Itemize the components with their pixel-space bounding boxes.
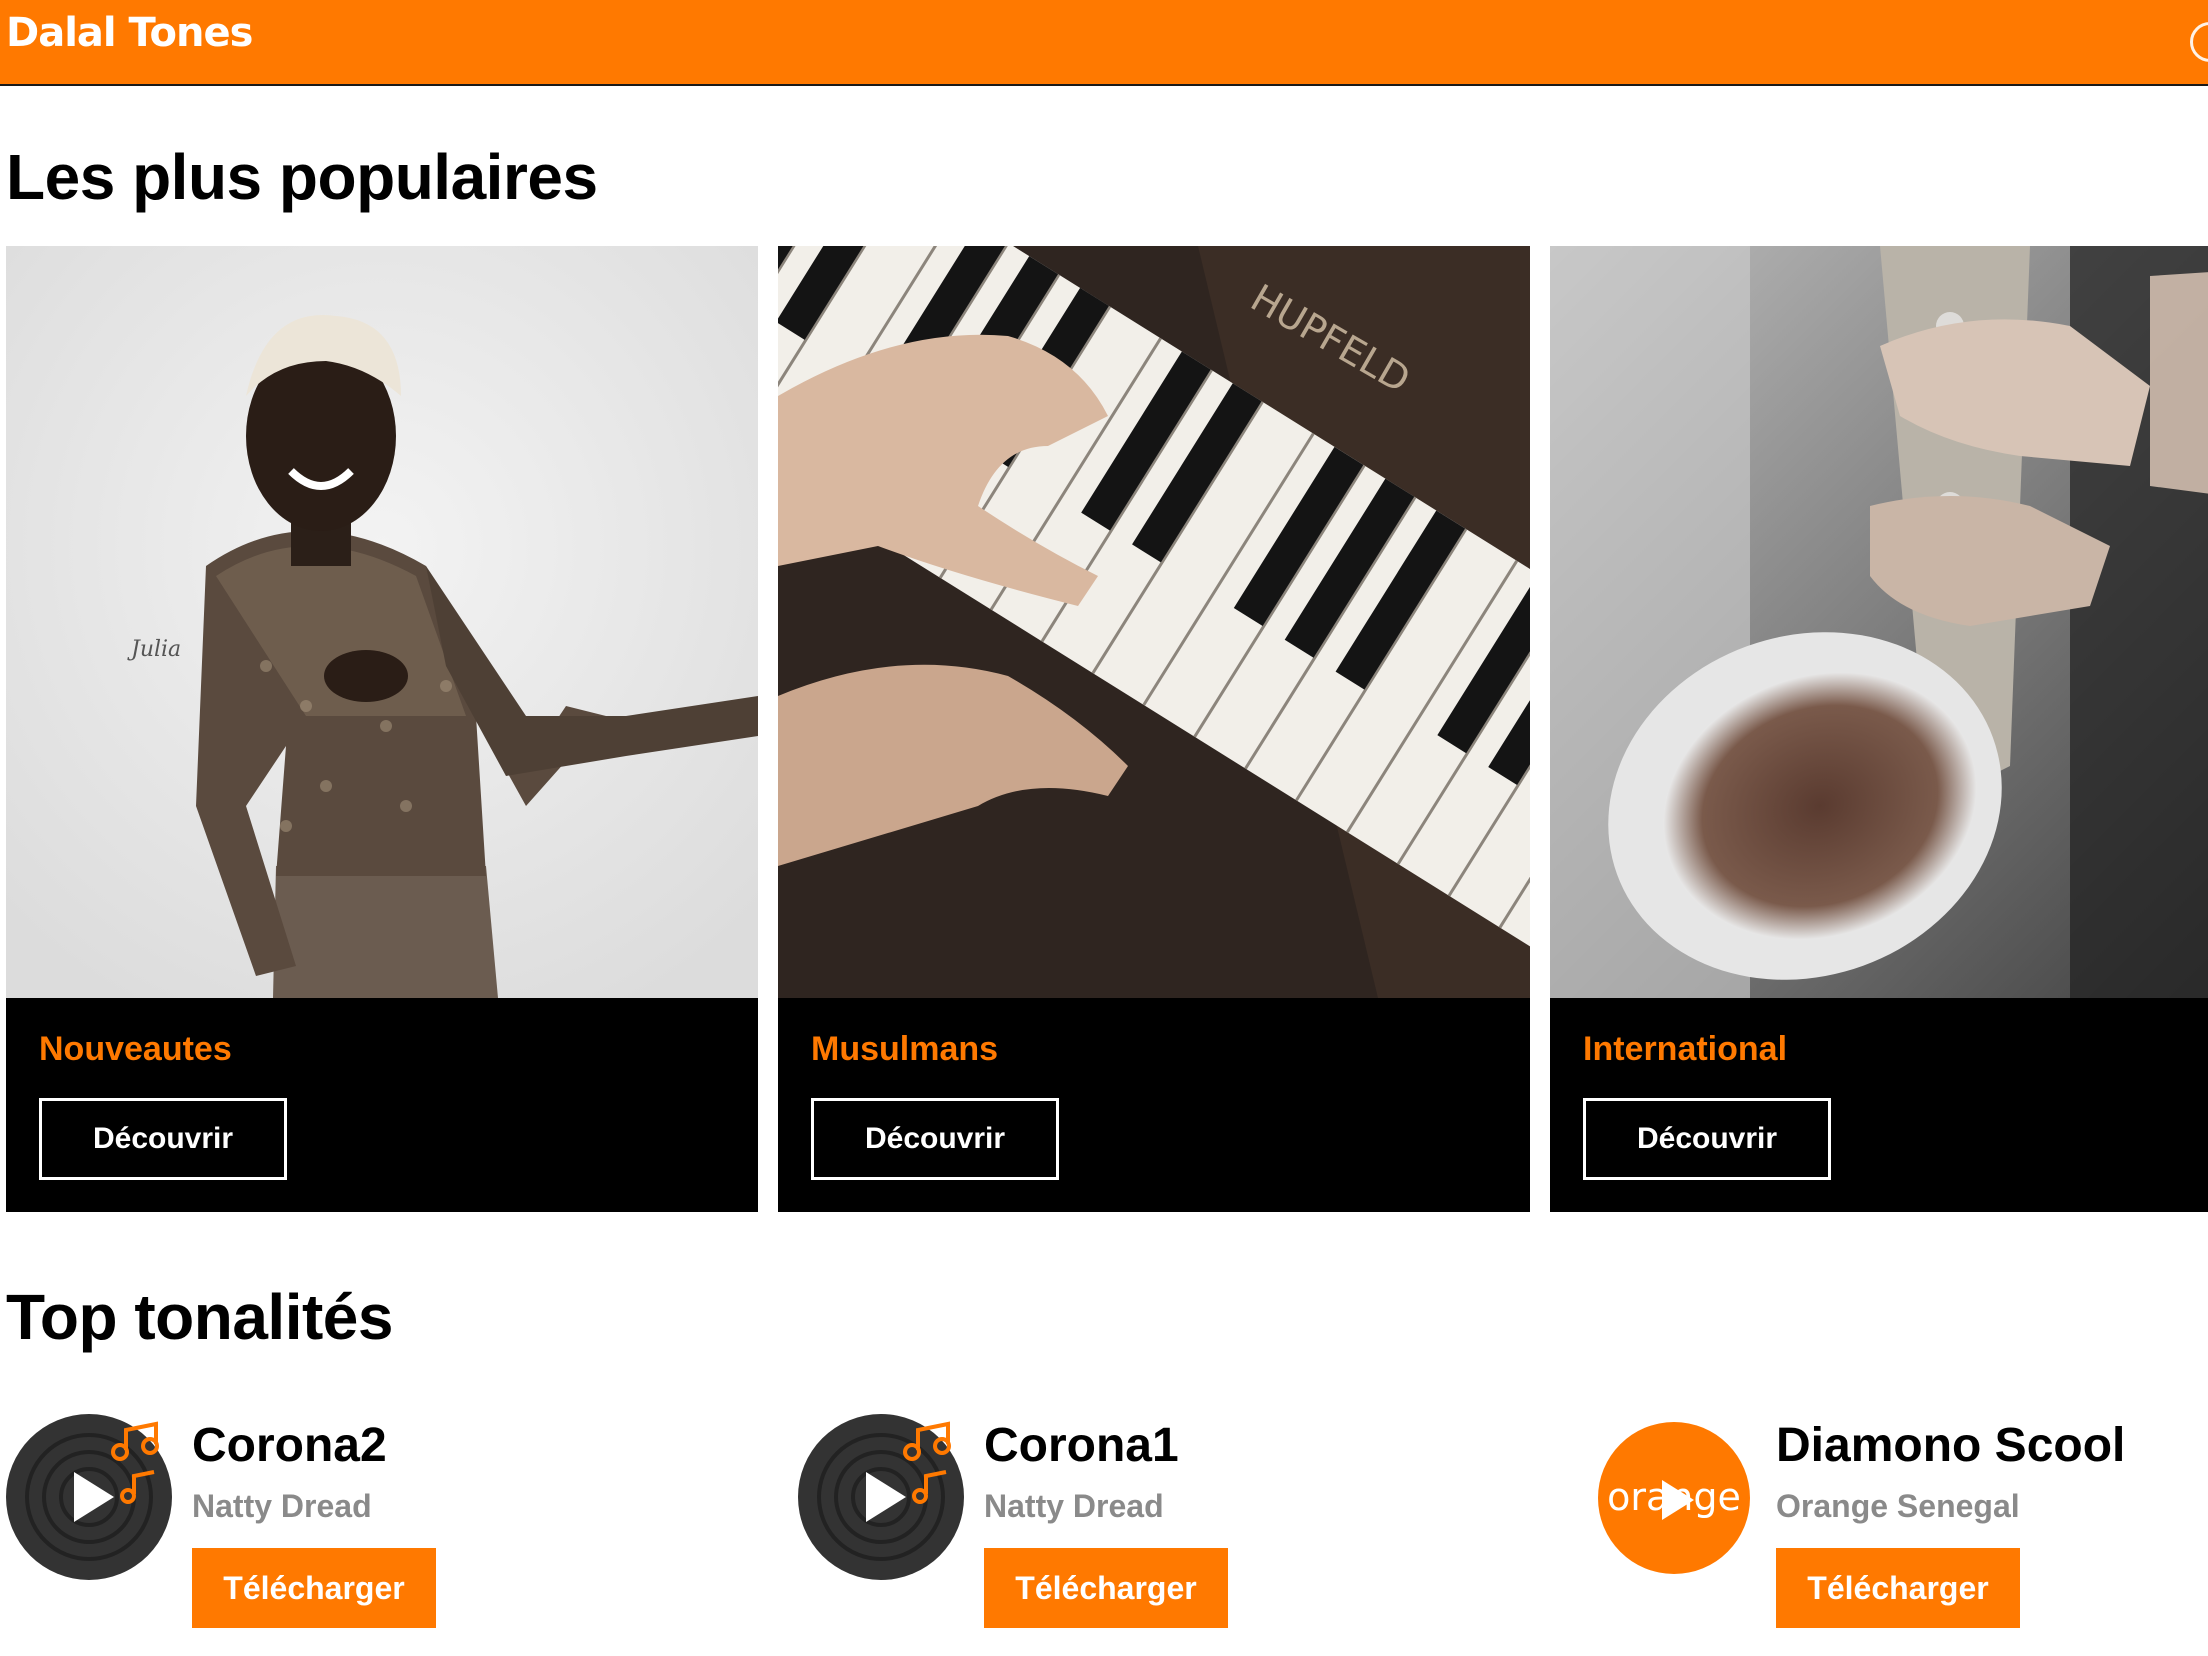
orange-logo-icon[interactable]: orange	[1598, 1422, 1750, 1574]
tone-item: orange Diamono Scool Orange Senegal Télé…	[1596, 1410, 2208, 1630]
discover-button[interactable]: Découvrir	[39, 1098, 287, 1180]
popular-section-title: Les plus populaires	[6, 141, 598, 213]
tone-title[interactable]: Diamono Scool	[1776, 1418, 2125, 1473]
music-disc-icon[interactable]	[6, 1414, 172, 1580]
top-tones-section-title: Top tonalités	[6, 1281, 393, 1353]
brand-logo[interactable]: Dalal Tones	[6, 10, 253, 56]
discover-button[interactable]: Découvrir	[1583, 1098, 1831, 1180]
category-title: Musulmans	[811, 1030, 999, 1068]
menu-icon[interactable]	[2190, 22, 2208, 62]
app-header: Dalal Tones	[0, 0, 2208, 86]
tone-item: Corona2 Natty Dread Télécharger	[6, 1410, 726, 1630]
tone-artist: Orange Senegal	[1776, 1488, 2020, 1524]
category-title: International	[1583, 1030, 1788, 1068]
download-button[interactable]: Télécharger	[192, 1548, 436, 1628]
svg-text:Julia: Julia	[127, 637, 181, 662]
download-button[interactable]: Télécharger	[984, 1548, 1228, 1628]
category-title: Nouveautes	[39, 1030, 232, 1068]
category-card-international[interactable]: International Découvrir	[1550, 246, 2208, 1212]
tone-artist: Natty Dread	[192, 1488, 372, 1524]
category-card-musulmans[interactable]: HUPFELD Musulmans Découvrir	[778, 246, 1530, 1212]
category-image: HUPFELD	[778, 246, 1530, 998]
category-image: Julia	[6, 246, 758, 998]
category-image	[1550, 246, 2208, 998]
music-disc-icon[interactable]	[798, 1414, 964, 1580]
download-button[interactable]: Télécharger	[1776, 1548, 2020, 1628]
tone-title[interactable]: Corona1	[984, 1418, 1179, 1473]
discover-button[interactable]: Découvrir	[811, 1098, 1059, 1180]
tone-item: Corona1 Natty Dread Télécharger	[798, 1410, 1518, 1630]
tone-title[interactable]: Corona2	[192, 1418, 387, 1473]
category-card-nouveautes[interactable]: Julia Nouveautes Découvrir	[6, 246, 758, 1212]
tone-artist: Natty Dread	[984, 1488, 1164, 1524]
